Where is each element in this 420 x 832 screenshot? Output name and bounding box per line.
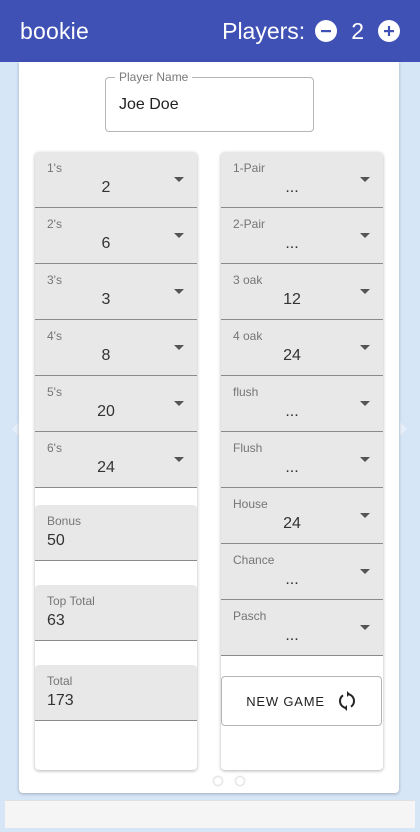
arrow-drop-down-icon <box>174 401 184 406</box>
score-select-threes[interactable]: 3's 3 <box>35 264 197 320</box>
select-label: 1-Pair <box>233 161 266 175</box>
player-name-field[interactable]: Player Name Joe Doe <box>105 70 314 132</box>
select-label: 2's <box>47 217 62 231</box>
carousel-dot-2[interactable] <box>236 777 244 785</box>
top-total-value: 63 <box>47 612 65 629</box>
new-game-button[interactable]: NEW GAME <box>221 676 382 726</box>
arrow-drop-down-icon <box>174 289 184 294</box>
app-bar: bookie Players: 2 <box>0 0 420 62</box>
select-value: 8 <box>101 347 111 364</box>
lower-section-column: 1-Pair ... 2-Pair ... 3 oak 12 4 oak 24 … <box>221 152 383 770</box>
select-label: 4's <box>47 329 62 343</box>
score-select-pasch[interactable]: Pasch ... <box>221 600 383 656</box>
score-select-two-pair[interactable]: 2-Pair ... <box>221 208 383 264</box>
select-value: 24 <box>283 515 301 532</box>
select-value: 2 <box>101 179 111 196</box>
plus-icon <box>384 26 394 36</box>
arrow-drop-down-icon <box>360 513 370 518</box>
select-value: ... <box>285 459 299 476</box>
players-control: Players: 2 <box>222 18 400 45</box>
arrow-drop-down-icon <box>360 289 370 294</box>
arrow-drop-down-icon <box>360 401 370 406</box>
select-label: Chance <box>233 553 275 567</box>
score-select-four-oak[interactable]: 4 oak 24 <box>221 320 383 376</box>
players-count: 2 <box>351 17 364 44</box>
player-name-label: Player Name <box>115 70 193 84</box>
score-select-fives[interactable]: 5's 20 <box>35 376 197 432</box>
score-select-small-flush[interactable]: flush ... <box>221 376 383 432</box>
minus-icon <box>321 30 332 33</box>
player-name-input[interactable]: Joe Doe <box>119 96 179 114</box>
arrow-drop-down-icon <box>360 345 370 350</box>
score-select-three-oak[interactable]: 3 oak 12 <box>221 264 383 320</box>
select-value: 20 <box>97 403 115 420</box>
arrow-drop-down-icon <box>360 233 370 238</box>
score-select-ones[interactable]: 1's 2 <box>35 152 197 208</box>
increment-players-button[interactable] <box>378 20 400 42</box>
select-value: ... <box>285 627 299 644</box>
score-select-chance[interactable]: Chance ... <box>221 544 383 600</box>
select-value: ... <box>285 179 299 196</box>
decrement-players-button[interactable] <box>315 20 338 42</box>
select-value: 12 <box>283 291 301 308</box>
select-value: ... <box>285 235 299 252</box>
select-label: flush <box>233 385 259 399</box>
select-label: 3 oak <box>233 273 263 287</box>
app-title: bookie <box>20 17 89 44</box>
select-label: 5's <box>47 385 62 399</box>
score-select-big-flush[interactable]: Flush ... <box>221 432 383 488</box>
refresh-icon <box>338 691 355 711</box>
select-label: Pasch <box>233 609 267 623</box>
arrow-drop-down-icon <box>360 457 370 462</box>
select-value: ... <box>285 403 299 420</box>
select-label: 6's <box>47 441 62 455</box>
select-label: Flush <box>233 441 263 455</box>
score-select-fours[interactable]: 4's 8 <box>35 320 197 376</box>
select-label: 1's <box>47 161 62 175</box>
players-label: Players: <box>222 17 306 44</box>
bonus-label: Bonus <box>47 514 82 528</box>
select-label: 3's <box>47 273 62 287</box>
bottom-bar <box>5 800 415 828</box>
select-label: House <box>233 497 268 511</box>
total-value: 173 <box>47 692 74 709</box>
carousel-next-icon[interactable] <box>400 422 407 436</box>
arrow-drop-down-icon <box>360 569 370 574</box>
score-select-sixes[interactable]: 6's 24 <box>35 432 197 488</box>
carousel-prev-icon[interactable] <box>12 422 19 436</box>
new-game-label: NEW GAME <box>246 693 325 709</box>
score-select-one-pair[interactable]: 1-Pair ... <box>221 152 383 208</box>
scorecard: Player Name Joe Doe 1's 2 2's 6 3's 3 4'… <box>19 62 399 793</box>
score-select-twos[interactable]: 2's 6 <box>35 208 197 264</box>
score-select-house[interactable]: House 24 <box>221 488 383 544</box>
arrow-drop-down-icon <box>174 177 184 182</box>
arrow-drop-down-icon <box>174 457 184 462</box>
select-value: 24 <box>283 347 301 364</box>
arrow-drop-down-icon <box>360 625 370 630</box>
select-label: 2-Pair <box>233 217 266 231</box>
carousel-pagination <box>214 777 244 785</box>
carousel-dot-1[interactable] <box>214 777 222 785</box>
select-value: ... <box>285 571 299 588</box>
select-value: 3 <box>101 291 111 308</box>
select-value: 6 <box>101 235 111 252</box>
bonus-field: Bonus 50 <box>35 505 197 561</box>
select-label: 4 oak <box>233 329 263 343</box>
top-total-field: Top Total 63 <box>35 585 197 641</box>
top-total-label: Top Total <box>47 594 95 608</box>
bonus-value: 50 <box>47 532 65 549</box>
arrow-drop-down-icon <box>174 345 184 350</box>
arrow-drop-down-icon <box>174 233 184 238</box>
arrow-drop-down-icon <box>360 177 370 182</box>
total-label: Total <box>47 674 73 688</box>
total-field: Total 173 <box>35 665 197 721</box>
select-value: 24 <box>97 459 115 476</box>
upper-section-column: 1's 2 2's 6 3's 3 4's 8 5's 20 6's 24 Bo… <box>35 152 197 770</box>
